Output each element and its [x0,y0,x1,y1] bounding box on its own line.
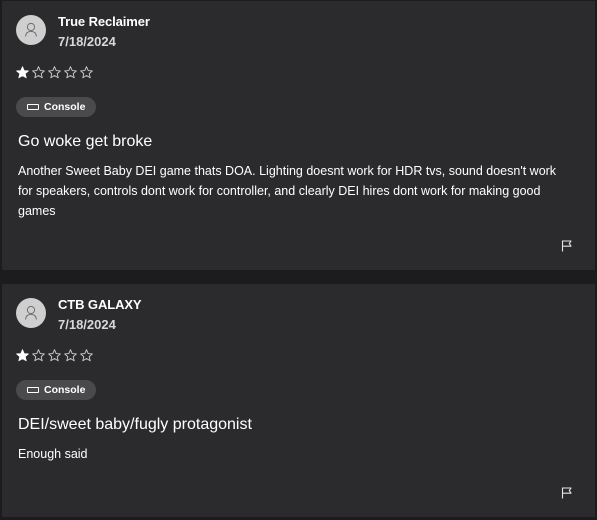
star-empty-icon [48,66,61,79]
avatar[interactable] [16,15,46,45]
star-filled-icon [16,66,29,79]
avatar[interactable] [16,298,46,328]
review-date: 7/18/2024 [58,317,116,332]
star-empty-icon [80,349,93,362]
reviewer-name[interactable]: CTB GALAXY [58,297,142,312]
review-title: Go woke get broke [18,133,153,150]
star-filled-icon [16,349,29,362]
flag-icon[interactable] [561,487,573,499]
person-icon [25,305,37,320]
star-empty-icon [48,349,61,362]
platform-label: Console [44,101,86,113]
platform-badge: Console [16,97,97,117]
star-empty-icon [32,349,45,362]
star-rating [16,349,93,362]
review-body: Another Sweet Baby DEI game thats DOA. L… [18,164,557,218]
review-body: Enough said [18,447,88,461]
review-card: True Reclaimer 7/18/2024 Console Go woke… [2,1,595,270]
star-empty-icon [80,66,93,79]
platform-label: Console [44,384,86,396]
review-card: CTB GALAXY 7/18/2024 Console DEI/sweet b… [2,284,595,517]
star-empty-icon [64,349,77,362]
star-empty-icon [64,66,77,79]
star-empty-icon [32,66,45,79]
reviewer-name[interactable]: True Reclaimer [58,14,150,29]
console-icon [27,387,39,393]
platform-badge: Console [16,380,97,400]
star-rating [16,66,93,79]
review-title: DEI/sweet baby/fugly protagonist [18,416,252,433]
person-icon [25,22,37,37]
flag-icon[interactable] [561,240,573,252]
console-icon [27,104,39,110]
review-date: 7/18/2024 [58,34,116,49]
